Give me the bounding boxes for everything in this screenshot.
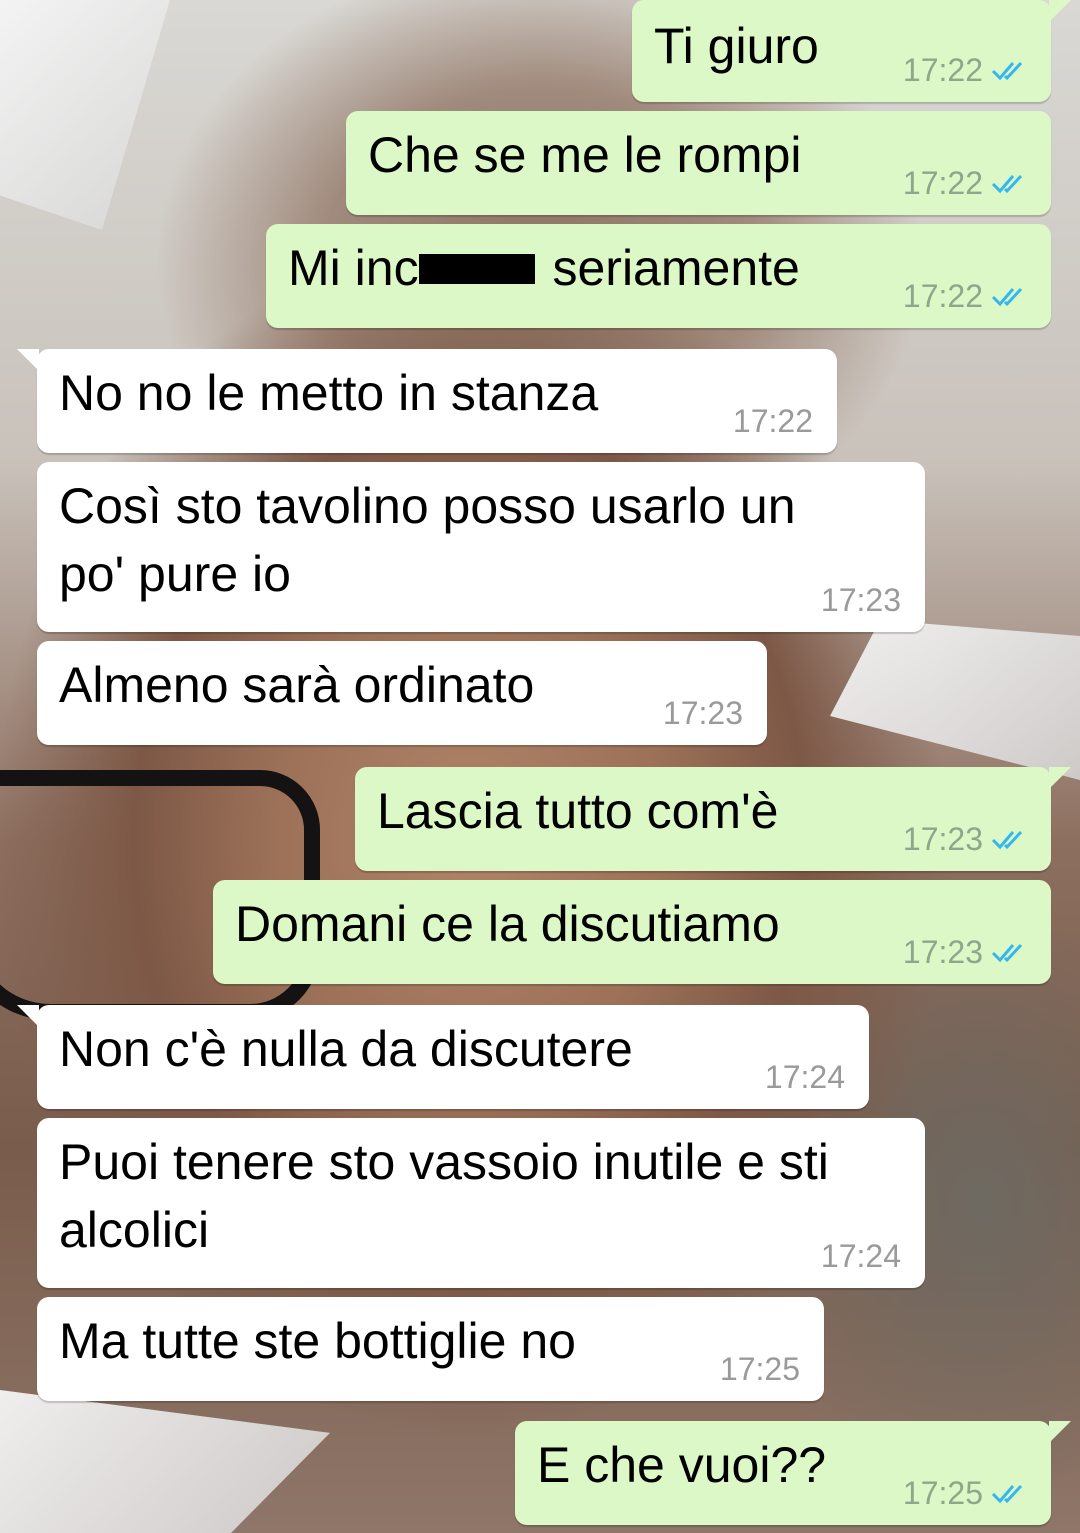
outgoing-message[interactable]: E che vuoi?? 17:25 [515, 1421, 1071, 1525]
double-check-read-icon [991, 61, 1023, 81]
message-text: Domani ce la discutiamo [235, 896, 780, 952]
bubble-tail [17, 1005, 39, 1027]
message-meta: 17:22 [903, 52, 1027, 88]
double-check-read-icon [991, 830, 1023, 850]
message-meta: 17:22 [903, 165, 1027, 201]
message-meta: 17:23 [663, 695, 743, 731]
bubble-tail [1049, 767, 1071, 789]
bubble-tail [1049, 1421, 1071, 1443]
message-text: No no le metto in stanza [59, 365, 599, 421]
message-meta: 17:22 [903, 278, 1027, 314]
message-text: Ti giuro [654, 18, 819, 74]
message-text-line: Puoi tenere sto vassoio inutile e sti [59, 1134, 829, 1190]
message-time: 17:25 [902, 1475, 983, 1511]
message-meta: 17:22 [733, 403, 813, 439]
message-meta: 17:24 [765, 1059, 845, 1095]
message-text: E che vuoi?? [537, 1437, 827, 1493]
outgoing-message[interactable]: Lascia tutto com'è 17:23 [355, 767, 1071, 871]
outgoing-message[interactable]: Ti giuro 17:22 [632, 0, 1071, 102]
message-text: Mi inc seriamente [288, 236, 800, 300]
message-time: 17:23 [662, 695, 743, 731]
message-time: 17:22 [732, 403, 813, 439]
incoming-message[interactable]: No no le metto in stanza 17:22 [17, 349, 837, 453]
outgoing-message[interactable]: Domani ce la discutiamo 17:23 [213, 880, 1051, 984]
message-meta: 17:23 [821, 582, 901, 618]
outgoing-message[interactable]: Che se me le rompi 17:22 [346, 111, 1051, 215]
bubble-tail [17, 349, 39, 371]
double-check-read-icon [991, 174, 1023, 194]
incoming-message[interactable]: Almeno sarà ordinato 17:23 [37, 641, 767, 745]
incoming-message[interactable]: Puoi tenere sto vassoio inutile e sti al… [37, 1118, 925, 1288]
message-time: 17:25 [719, 1351, 800, 1387]
outgoing-message[interactable]: Mi inc seriamente 17:22 [266, 224, 1051, 328]
double-check-read-icon [991, 943, 1023, 963]
double-check-read-icon [991, 287, 1023, 307]
message-text: Ma tutte ste bottiglie no [59, 1313, 576, 1369]
message-time: 17:23 [820, 582, 901, 618]
message-time: 17:24 [820, 1238, 901, 1274]
message-text: Almeno sarà ordinato [59, 657, 535, 713]
message-text: Non c'è nulla da discutere [59, 1021, 633, 1077]
message-meta: 17:25 [903, 1475, 1027, 1511]
double-check-read-icon [991, 1484, 1023, 1504]
message-meta: 17:24 [821, 1238, 901, 1274]
message-text-after-redaction: seriamente [552, 240, 800, 296]
redaction-bar [418, 253, 535, 284]
message-meta: 17:25 [720, 1351, 800, 1387]
chat-message-list[interactable]: Ti giuro 17:22 Che se me le rompi 17:22 … [0, 0, 1080, 1533]
incoming-message[interactable]: Ma tutte ste bottiglie no 17:25 [37, 1297, 824, 1401]
message-time: 17:22 [902, 165, 983, 201]
message-meta: 17:23 [903, 934, 1027, 970]
message-text-line: alcolici [59, 1202, 210, 1258]
message-meta: 17:23 [903, 821, 1027, 857]
bubble-tail [1049, 0, 1071, 22]
incoming-message[interactable]: Non c'è nulla da discutere 17:24 [17, 1005, 869, 1109]
message-time: 17:23 [902, 934, 983, 970]
message-text: Che se me le rompi [368, 127, 802, 183]
message-text-line: po' pure io [59, 546, 291, 602]
message-text: Lascia tutto com'è [377, 783, 779, 839]
message-time: 17:22 [902, 52, 983, 88]
incoming-message[interactable]: Così sto tavolino posso usarlo un po' pu… [37, 462, 925, 632]
message-time: 17:23 [902, 821, 983, 857]
message-time: 17:24 [764, 1059, 845, 1095]
message-time: 17:22 [902, 278, 983, 314]
message-text-line: Così sto tavolino posso usarlo un [59, 478, 796, 534]
message-text-before-redaction: Mi inc [288, 240, 419, 296]
